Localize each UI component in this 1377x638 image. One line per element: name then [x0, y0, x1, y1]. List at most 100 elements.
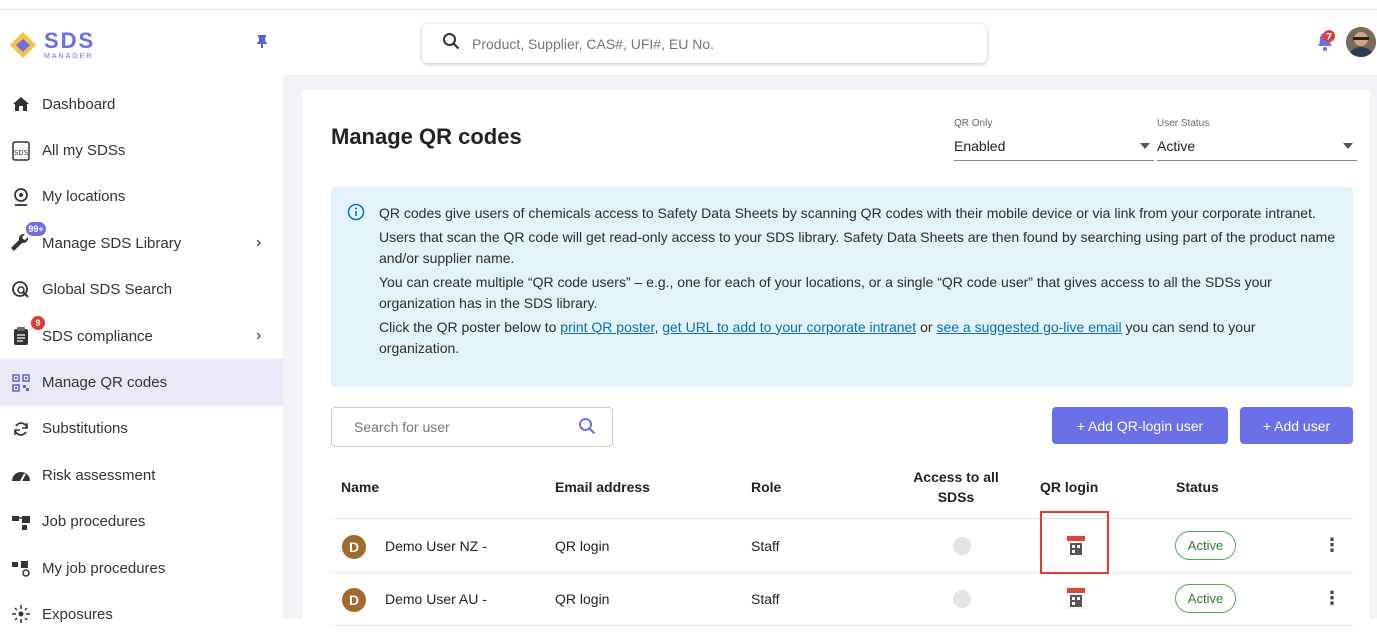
compliance-badge: 9 — [31, 315, 45, 330]
column-header-qr-login[interactable]: QR login — [1040, 479, 1098, 495]
wrench-icon — [10, 232, 32, 254]
sidebar-item-label: Dashboard — [42, 95, 116, 113]
info-paragraph: Click the QR poster below to print QR po… — [379, 317, 1337, 360]
sidebar-item-label: Exposures — [42, 605, 113, 623]
status-badge: Active — [1175, 531, 1236, 560]
sidebar-item-my-job-procedures[interactable]: My job procedures — [0, 545, 283, 591]
column-header-name[interactable]: Name — [341, 479, 379, 495]
sidebar-item-dashboard[interactable]: Dashboard — [0, 81, 283, 127]
go-live-email-link[interactable]: see a suggested go-live email — [936, 319, 1121, 335]
sidebar-item-exposures[interactable]: Exposures — [0, 591, 283, 637]
logo-diamond-icon — [10, 32, 36, 58]
user-avatar[interactable] — [1346, 27, 1376, 57]
home-icon — [10, 93, 32, 115]
user-email: QR login — [555, 591, 610, 607]
svg-text:SDS: SDS — [14, 149, 29, 157]
sidebar-item-label: Job procedures — [42, 513, 146, 531]
user-search-input[interactable] — [354, 419, 564, 435]
sidebar-item-label: Manage SDS Library — [42, 234, 182, 252]
user-status-filter[interactable]: User Status Active — [1157, 118, 1357, 161]
row-menu-icon[interactable]: ⋮ — [1323, 536, 1341, 554]
sidebar-item-manage-sds-library[interactable]: 99+ Manage SDS Library › — [0, 220, 283, 266]
print-qr-poster-link[interactable]: print QR poster — [560, 319, 654, 335]
chevron-down-icon — [1343, 143, 1353, 149]
sidebar-item-manage-qr-codes[interactable]: Manage QR codes — [0, 359, 283, 406]
get-url-link[interactable]: get URL to add to your corporate intrane… — [662, 319, 916, 335]
qr-only-label: QR Only — [954, 118, 993, 129]
qr-only-select[interactable]: Enabled — [954, 135, 1154, 161]
chevron-right-icon: › — [256, 234, 262, 252]
column-header-email[interactable]: Email address — [555, 479, 650, 495]
chevron-right-icon: › — [256, 326, 262, 344]
library-badge: 99+ — [26, 222, 46, 237]
status-badge: Active — [1175, 584, 1236, 613]
sidebar-item-sds-compliance[interactable]: 9 SDS compliance › — [0, 313, 283, 359]
qr-login-highlight-box — [1040, 511, 1109, 574]
info-box: QR codes give users of chemicals access … — [331, 187, 1353, 387]
sidebar-item-label: Global SDS Search — [42, 281, 173, 299]
user-name: Demo User AU - — [385, 591, 487, 607]
sidebar-item-all-my-sdss[interactable]: SDS All my SDSs — [0, 127, 283, 173]
sidebar-item-job-procedures[interactable]: Job procedures — [0, 499, 283, 545]
user-status-select[interactable]: Active — [1157, 135, 1357, 161]
qr-poster-thumbnail-icon[interactable] — [1065, 586, 1087, 610]
table-row[interactable]: D Demo User AU - QR login Staff Active ⋮ — [331, 573, 1353, 626]
sidebar-item-global-sds-search[interactable]: Global SDS Search — [0, 267, 283, 313]
user-email: QR login — [555, 538, 610, 554]
sidebar-nav: Dashboard SDS All my SDSs My locations 9… — [0, 81, 283, 638]
sidebar-item-label: Manage QR codes — [42, 374, 168, 392]
user-role: Staff — [751, 591, 780, 607]
user-name: Demo User NZ - — [385, 538, 487, 554]
column-header-status[interactable]: Status — [1176, 479, 1219, 495]
info-text: Click the QR poster below to — [379, 318, 561, 335]
sidebar-item-label: Risk assessment — [42, 466, 156, 484]
user-status-label: User Status — [1157, 118, 1210, 129]
gauge-icon — [10, 464, 32, 486]
add-qr-login-user-button[interactable]: + Add QR-login user — [1052, 407, 1228, 444]
sidebar-item-my-locations[interactable]: My locations — [0, 174, 283, 220]
info-text: or — [916, 318, 937, 335]
sidebar-item-substitutions[interactable]: Substitutions — [0, 406, 283, 452]
search-icon[interactable] — [578, 417, 596, 440]
access-all-sdss-indicator[interactable] — [953, 537, 971, 555]
user-initial-avatar: D — [342, 535, 366, 559]
chevron-down-icon — [1140, 143, 1150, 149]
user-status-value: Active — [1157, 138, 1196, 154]
logo-text: SDS — [44, 28, 96, 53]
logo[interactable]: SDS MANAGER — [8, 25, 95, 65]
access-all-sdss-indicator[interactable] — [953, 590, 971, 608]
qr-only-filter[interactable]: QR Only Enabled — [954, 118, 1154, 161]
notifications-bell-icon[interactable]: 7 — [1313, 30, 1337, 57]
row-menu-icon[interactable]: ⋮ — [1323, 589, 1341, 607]
logo-subtext: MANAGER — [44, 53, 94, 60]
info-paragraph: QR codes give users of chemicals access … — [379, 205, 1316, 221]
global-search-input[interactable] — [472, 35, 952, 52]
table-row[interactable]: D Demo User NZ - QR login Staff Active ⋮ — [331, 520, 1353, 573]
table-header: Name Email address Role Access to all SD… — [331, 453, 1353, 519]
sidebar-item-label: My job procedures — [42, 559, 166, 577]
column-header-access-line2: SDSs — [937, 489, 975, 505]
info-icon — [347, 203, 365, 228]
pin-icon[interactable] — [256, 34, 268, 53]
clipboard-icon — [10, 325, 32, 347]
sidebar-item-label: My locations — [42, 188, 126, 206]
column-header-role[interactable]: Role — [751, 479, 781, 495]
add-user-button[interactable]: + Add user — [1240, 407, 1353, 444]
user-search-box[interactable] — [331, 407, 613, 447]
info-paragraph: You can create multiple “QR code users” … — [379, 273, 1272, 312]
global-search-bar[interactable] — [422, 24, 987, 63]
sidebar-item-label: All my SDSs — [42, 142, 126, 160]
search-icon — [442, 32, 460, 55]
exposures-icon — [10, 603, 32, 625]
notification-count: 7 — [1326, 33, 1332, 43]
user-role: Staff — [751, 538, 780, 554]
job-procedures-icon — [10, 511, 32, 533]
sidebar-item-label: Substitutions — [42, 420, 128, 438]
info-paragraph: Users that scan the QR code will get rea… — [379, 228, 1336, 267]
sds-file-icon: SDS — [10, 140, 32, 162]
sidebar-item-risk-assessment[interactable]: Risk assessment — [0, 452, 283, 498]
sidebar: SDS MANAGER Dashboard SDS All my SDSs My… — [0, 11, 283, 624]
sidebar-item-label: SDS compliance — [42, 327, 153, 345]
column-header-access[interactable]: Access to all SDSs — [911, 467, 1001, 507]
page-title: Manage QR codes — [331, 124, 522, 149]
